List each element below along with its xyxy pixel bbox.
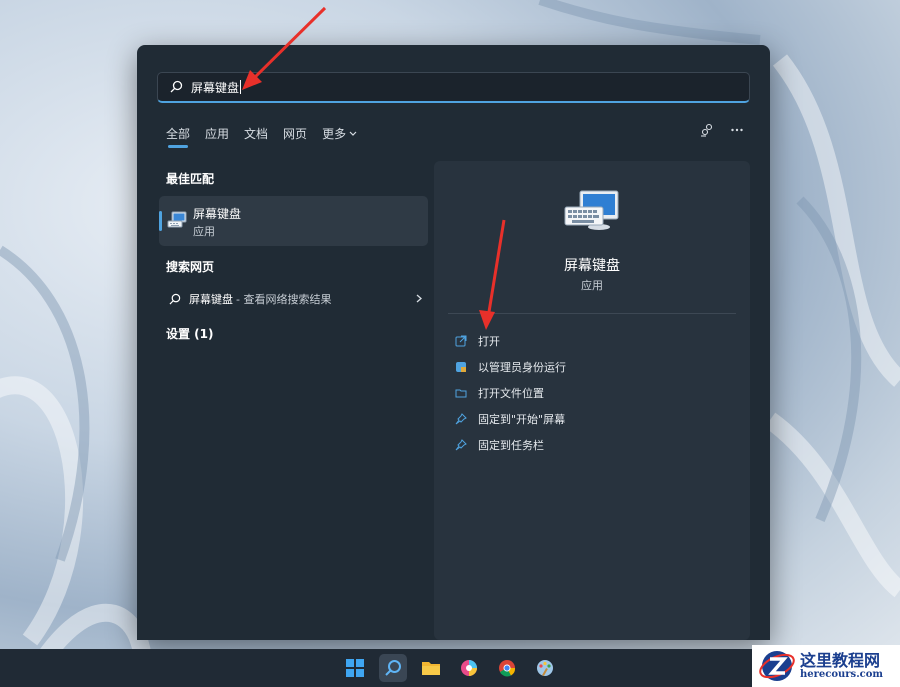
watermark-en: herecours.com bbox=[800, 669, 884, 681]
palette-icon bbox=[537, 660, 553, 676]
action-open-file-location-label: 打开文件位置 bbox=[478, 387, 544, 400]
action-pin-to-taskbar-label: 固定到任务栏 bbox=[478, 439, 544, 452]
best-match-title: 屏幕键盘 bbox=[193, 207, 242, 221]
pin-icon bbox=[454, 438, 468, 452]
shield-icon bbox=[454, 360, 468, 374]
divider bbox=[448, 313, 736, 314]
watermark-cn: 这里教程网 bbox=[800, 650, 881, 670]
keyboard-app-icon-small bbox=[167, 210, 187, 234]
taskbar-file-explorer[interactable] bbox=[417, 654, 445, 682]
best-match-item[interactable]: 屏幕键盘 应用 bbox=[159, 196, 428, 246]
app-name: 屏幕键盘 bbox=[564, 258, 620, 274]
color-wheel-icon bbox=[461, 660, 477, 676]
action-pin-to-taskbar[interactable]: 固定到任务栏 bbox=[454, 432, 566, 458]
start-button[interactable] bbox=[341, 654, 369, 682]
filter-tabs: 全部 应用 文档 网页 更多 bbox=[166, 125, 357, 148]
app-details-pane: 屏幕键盘 应用 打开 以管理员身份运行 打开文件位置 固定到"开始"屏幕 固定到… bbox=[434, 161, 750, 640]
action-run-as-admin-label: 以管理员身份运行 bbox=[478, 361, 566, 374]
app-type: 应用 bbox=[581, 279, 603, 292]
web-search-heading: 搜索网页 bbox=[166, 260, 215, 274]
open-external-icon bbox=[454, 334, 468, 348]
more-options-icon[interactable] bbox=[730, 123, 744, 141]
action-list: 打开 以管理员身份运行 打开文件位置 固定到"开始"屏幕 固定到任务栏 bbox=[454, 328, 566, 458]
best-match-heading: 最佳匹配 bbox=[166, 172, 215, 186]
taskbar-app-color[interactable] bbox=[455, 654, 483, 682]
taskbar-paint[interactable] bbox=[531, 654, 559, 682]
action-open[interactable]: 打开 bbox=[454, 328, 566, 354]
search-icon bbox=[385, 660, 401, 676]
tab-more-label: 更多 bbox=[322, 127, 347, 141]
results-list: 最佳匹配 屏幕键盘 应用 搜索网页 屏幕键盘 - 查看网络搜索结果 设置 (1) bbox=[157, 161, 430, 640]
windows-logo-icon bbox=[346, 659, 364, 677]
action-pin-to-start-label: 固定到"开始"屏幕 bbox=[478, 413, 566, 426]
search-query: 屏幕键盘 bbox=[191, 80, 240, 95]
watermark-logo-icon bbox=[759, 651, 795, 681]
text-caret bbox=[240, 80, 242, 94]
chevron-right-icon[interactable] bbox=[416, 292, 422, 306]
action-run-as-admin[interactable]: 以管理员身份运行 bbox=[454, 354, 566, 380]
web-search-suffix: - 查看网络搜索结果 bbox=[236, 293, 332, 306]
panel-toolbar bbox=[700, 123, 744, 141]
tab-web[interactable]: 网页 bbox=[283, 125, 307, 148]
account-switch-icon[interactable] bbox=[700, 123, 714, 141]
tab-all[interactable]: 全部 bbox=[166, 125, 190, 148]
best-match-type: 应用 bbox=[193, 225, 215, 238]
action-pin-to-start[interactable]: 固定到"开始"屏幕 bbox=[454, 406, 566, 432]
search-input[interactable]: 屏幕键盘 bbox=[157, 72, 750, 103]
chrome-icon bbox=[499, 660, 516, 677]
web-search-query: 屏幕键盘 bbox=[189, 293, 233, 306]
chevron-down-icon bbox=[349, 131, 357, 136]
tab-more[interactable]: 更多 bbox=[322, 125, 357, 148]
watermark: 这里教程网 herecours.com bbox=[752, 645, 900, 687]
folder-icon bbox=[454, 386, 468, 400]
taskbar-search-button[interactable] bbox=[379, 654, 407, 682]
web-search-result[interactable]: 屏幕键盘 - 查看网络搜索结果 bbox=[169, 289, 422, 309]
action-open-file-location[interactable]: 打开文件位置 bbox=[454, 380, 566, 406]
selection-indicator bbox=[159, 211, 162, 231]
search-icon bbox=[170, 78, 183, 97]
search-icon bbox=[169, 293, 181, 305]
taskbar-chrome[interactable] bbox=[493, 654, 521, 682]
keyboard-app-icon bbox=[564, 189, 620, 241]
action-open-label: 打开 bbox=[478, 335, 500, 348]
tab-apps[interactable]: 应用 bbox=[205, 125, 229, 148]
settings-heading[interactable]: 设置 (1) bbox=[166, 325, 214, 342]
pin-icon bbox=[454, 412, 468, 426]
tab-documents[interactable]: 文档 bbox=[244, 125, 268, 148]
folder-icon bbox=[422, 662, 440, 675]
search-panel: 屏幕键盘 全部 应用 文档 网页 更多 最佳匹配 屏幕键盘 应用 搜索网页 屏幕… bbox=[137, 45, 770, 640]
